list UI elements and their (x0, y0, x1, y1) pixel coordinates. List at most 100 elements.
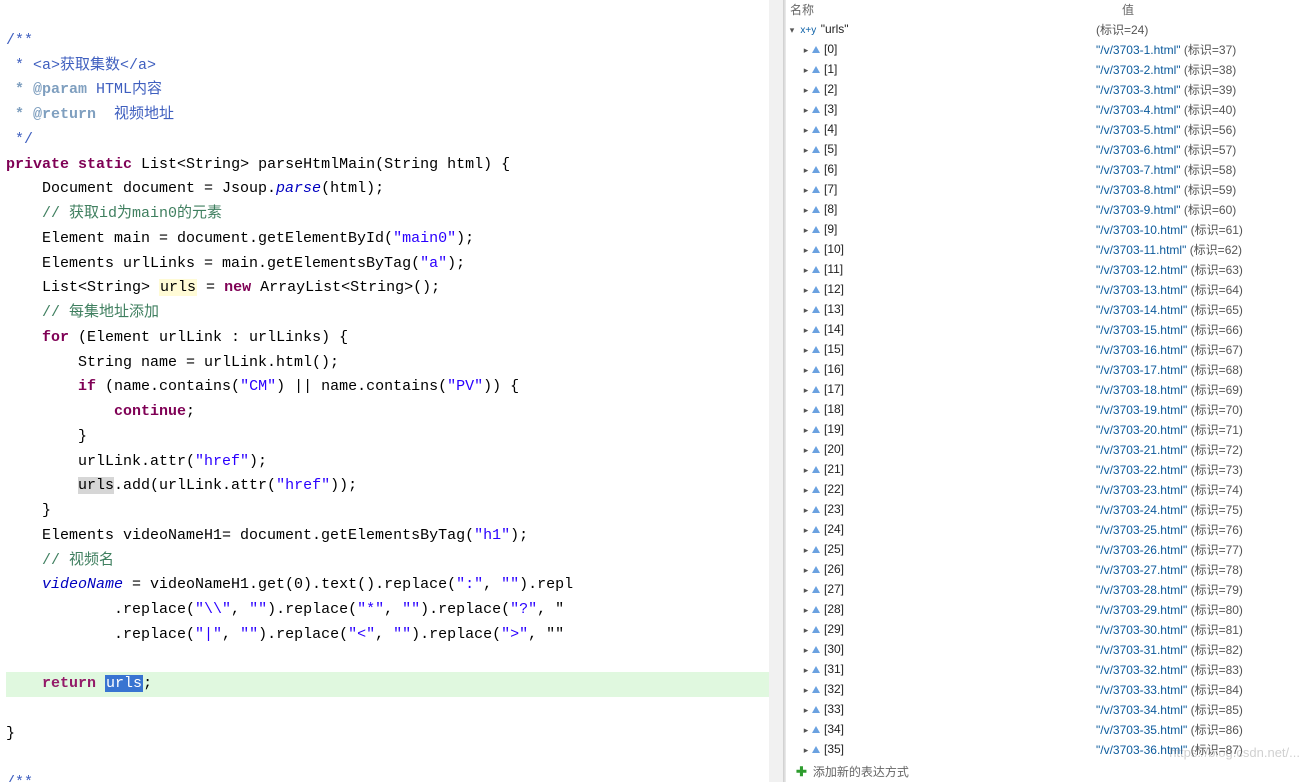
code-line: Document document = Jsoup. (6, 180, 276, 197)
watch-item[interactable]: [3]"/v/3703-4.html" (标识=40) (786, 99, 1306, 119)
caret-right-icon[interactable] (800, 665, 812, 676)
caret-right-icon[interactable] (800, 485, 812, 496)
col-value[interactable]: 值 (1122, 1, 1302, 18)
watch-item[interactable]: [4]"/v/3703-5.html" (标识=56) (786, 119, 1306, 139)
watch-item[interactable]: [10]"/v/3703-11.html" (标识=62) (786, 239, 1306, 259)
item-value: "/v/3703-35.html" (标识=86) (1096, 721, 1306, 738)
watch-item[interactable]: [12]"/v/3703-13.html" (标识=64) (786, 279, 1306, 299)
javadoc-param-text: HTML内容 (87, 81, 162, 98)
watch-item[interactable]: [28]"/v/3703-29.html" (标识=80) (786, 599, 1306, 619)
watch-item[interactable]: [9]"/v/3703-10.html" (标识=61) (786, 219, 1306, 239)
watch-item[interactable]: [23]"/v/3703-24.html" (标识=75) (786, 499, 1306, 519)
watch-item[interactable]: [16]"/v/3703-17.html" (标识=68) (786, 359, 1306, 379)
kw-static: static (78, 156, 132, 173)
caret-right-icon[interactable] (800, 165, 812, 176)
item-index: [21] (824, 462, 844, 476)
caret-right-icon[interactable] (800, 565, 812, 576)
caret-right-icon[interactable] (800, 385, 812, 396)
watch-item[interactable]: [18]"/v/3703-19.html" (标识=70) (786, 399, 1306, 419)
caret-right-icon[interactable] (800, 45, 812, 56)
caret-right-icon[interactable] (800, 85, 812, 96)
caret-right-icon[interactable] (800, 285, 812, 296)
caret-right-icon[interactable] (800, 405, 812, 416)
caret-right-icon[interactable] (800, 425, 812, 436)
debug-tree[interactable]: x+y "urls" (标识=24) [0]"/v/3703-1.html" (… (786, 19, 1306, 761)
watch-item[interactable]: [11]"/v/3703-12.html" (标识=63) (786, 259, 1306, 279)
caret-right-icon[interactable] (800, 725, 812, 736)
caret-right-icon[interactable] (800, 365, 812, 376)
watch-item[interactable]: [29]"/v/3703-30.html" (标识=81) (786, 619, 1306, 639)
caret-right-icon[interactable] (800, 125, 812, 136)
caret-right-icon[interactable] (800, 505, 812, 516)
watch-item[interactable]: [33]"/v/3703-34.html" (标识=85) (786, 699, 1306, 719)
watch-item[interactable]: [25]"/v/3703-26.html" (标识=77) (786, 539, 1306, 559)
watch-item[interactable]: [34]"/v/3703-35.html" (标识=86) (786, 719, 1306, 739)
item-value: "/v/3703-26.html" (标识=77) (1096, 541, 1306, 558)
value-icon (812, 726, 820, 733)
watch-item[interactable]: [2]"/v/3703-3.html" (标识=39) (786, 79, 1306, 99)
value-icon (812, 566, 820, 573)
code-editor[interactable]: /** * <a>获取集数</a> * @param HTML内容 * @ret… (0, 0, 783, 782)
caret-right-icon[interactable] (800, 585, 812, 596)
watch-item[interactable]: [14]"/v/3703-15.html" (标识=66) (786, 319, 1306, 339)
caret-right-icon[interactable] (800, 185, 812, 196)
caret-right-icon[interactable] (800, 705, 812, 716)
col-name[interactable]: 名称 (790, 1, 1122, 18)
item-index: [24] (824, 522, 844, 536)
watch-item[interactable]: [30]"/v/3703-31.html" (标识=82) (786, 639, 1306, 659)
caret-right-icon[interactable] (800, 325, 812, 336)
item-index: [11] (824, 262, 843, 276)
caret-right-icon[interactable] (800, 465, 812, 476)
caret-down-icon[interactable] (786, 25, 798, 36)
caret-right-icon[interactable] (800, 745, 812, 756)
watch-item[interactable]: [15]"/v/3703-16.html" (标识=67) (786, 339, 1306, 359)
watch-item[interactable]: [26]"/v/3703-27.html" (标识=78) (786, 559, 1306, 579)
item-index: [23] (824, 502, 844, 516)
caret-right-icon[interactable] (800, 145, 812, 156)
selected-var-urls[interactable]: urls (105, 675, 143, 692)
item-value: "/v/3703-19.html" (标识=70) (1096, 401, 1306, 418)
watch-item[interactable]: [35]"/v/3703-36.html" (标识=87) (786, 739, 1306, 759)
watch-item[interactable]: [1]"/v/3703-2.html" (标识=38) (786, 59, 1306, 79)
caret-right-icon[interactable] (800, 445, 812, 456)
item-index: [15] (824, 342, 844, 356)
caret-right-icon[interactable] (800, 645, 812, 656)
watch-item[interactable]: [6]"/v/3703-7.html" (标识=58) (786, 159, 1306, 179)
caret-right-icon[interactable] (800, 685, 812, 696)
caret-right-icon[interactable] (800, 245, 812, 256)
caret-right-icon[interactable] (800, 305, 812, 316)
watch-item[interactable]: [19]"/v/3703-20.html" (标识=71) (786, 419, 1306, 439)
watch-item[interactable]: [22]"/v/3703-23.html" (标识=74) (786, 479, 1306, 499)
caret-right-icon[interactable] (800, 65, 812, 76)
watch-item[interactable]: [17]"/v/3703-18.html" (标识=69) (786, 379, 1306, 399)
watch-item[interactable]: [8]"/v/3703-9.html" (标识=60) (786, 199, 1306, 219)
value-icon (812, 506, 820, 513)
watch-item[interactable]: [5]"/v/3703-6.html" (标识=57) (786, 139, 1306, 159)
caret-right-icon[interactable] (800, 545, 812, 556)
watch-root-urls[interactable]: x+y "urls" (标识=24) (786, 19, 1306, 39)
watch-item[interactable]: [32]"/v/3703-33.html" (标识=84) (786, 679, 1306, 699)
item-index: [14] (824, 322, 844, 336)
plus-icon: ✚ (796, 764, 807, 780)
caret-right-icon[interactable] (800, 265, 812, 276)
watch-item[interactable]: [7]"/v/3703-8.html" (标识=59) (786, 179, 1306, 199)
add-watch-expression[interactable]: ✚ 添加新的表达方式 (786, 761, 1306, 782)
watch-item[interactable]: [20]"/v/3703-21.html" (标识=72) (786, 439, 1306, 459)
watch-item[interactable]: [24]"/v/3703-25.html" (标识=76) (786, 519, 1306, 539)
watch-item[interactable]: [27]"/v/3703-28.html" (标识=79) (786, 579, 1306, 599)
caret-right-icon[interactable] (800, 345, 812, 356)
caret-right-icon[interactable] (800, 525, 812, 536)
caret-right-icon[interactable] (800, 205, 812, 216)
caret-right-icon[interactable] (800, 605, 812, 616)
caret-right-icon[interactable] (800, 625, 812, 636)
caret-right-icon[interactable] (800, 105, 812, 116)
editor-scrollbar[interactable] (769, 0, 783, 782)
value-icon (812, 186, 820, 193)
caret-right-icon[interactable] (800, 225, 812, 236)
watch-item[interactable]: [21]"/v/3703-22.html" (标识=73) (786, 459, 1306, 479)
watch-item[interactable]: [31]"/v/3703-32.html" (标识=83) (786, 659, 1306, 679)
item-index: [1] (824, 62, 837, 76)
watch-item[interactable]: [0]"/v/3703-1.html" (标识=37) (786, 39, 1306, 59)
watch-item[interactable]: [13]"/v/3703-14.html" (标识=65) (786, 299, 1306, 319)
item-index: [17] (824, 382, 844, 396)
